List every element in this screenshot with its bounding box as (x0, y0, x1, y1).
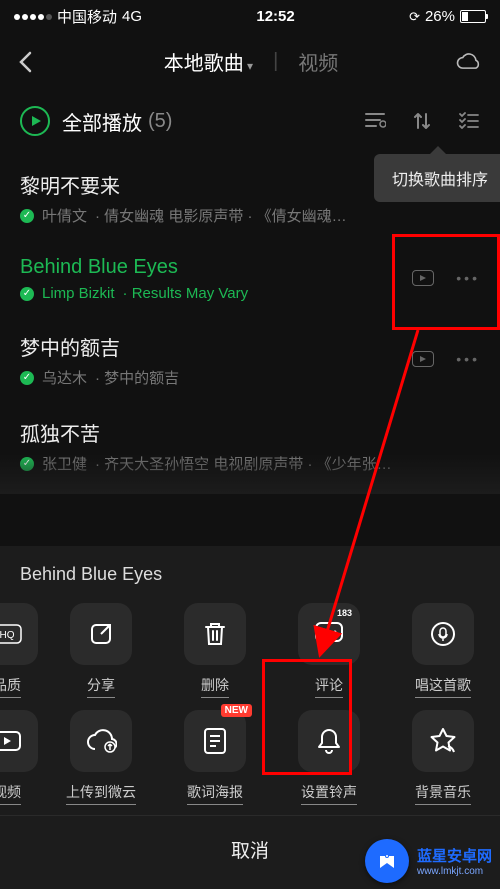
sheet-label: 背景音乐 (415, 782, 471, 805)
sheet-sing[interactable]: 唱这首歌 (393, 603, 493, 698)
downloaded-icon: ✓ (20, 209, 34, 223)
mv-icon[interactable] (412, 270, 434, 286)
trash-icon (184, 603, 246, 665)
song-row[interactable]: Behind Blue Eyes ✓ Limp Bizkit · Results M… (20, 240, 480, 316)
sheet-upload-cloud[interactable]: 上传到微云 (51, 710, 151, 805)
carrier: 中国移动 (57, 6, 117, 27)
battery-icon (460, 10, 486, 23)
downloaded-icon: ✓ (20, 371, 34, 385)
song-title: Behind Blue Eyes (20, 256, 480, 279)
sheet-title: Behind Blue Eyes (0, 564, 500, 603)
sheet-label: 视频 (0, 782, 21, 805)
watermark-title: 蓝星安卓网 (417, 845, 492, 866)
song-list: 黎明不要来 ✓叶倩文· 倩女幽魂 电影原声带 · 《倩女幽魂… ••• Behi… (0, 154, 500, 488)
sheet-label: 分享 (87, 675, 115, 698)
tab-video[interactable]: 视频 (298, 47, 338, 76)
sheet-row-2: 视频 上传到微云 NEW 歌词海报 设置铃声 背景音乐 (0, 710, 500, 805)
song-meta: · 倩女幽魂 电影原声带 · 《倩女幽魂… (95, 205, 347, 226)
play-all-count: (5) (148, 110, 172, 133)
song-meta: · 梦中的额吉 (95, 367, 179, 388)
poster-icon: NEW (184, 710, 246, 772)
header: 本地歌曲 | 视频 (0, 33, 500, 90)
share-icon (70, 603, 132, 665)
signal-icon (14, 14, 52, 20)
battery-percent: 26% (425, 8, 455, 25)
sheet-quality[interactable]: HQ 品质 (0, 603, 37, 698)
network: 4G (122, 8, 142, 25)
song-artist: Limp Bizkit (42, 285, 115, 302)
cloud-upload-icon (70, 710, 132, 772)
song-row[interactable]: 梦中的额吉 ✓ 乌达木 · 梦中的额吉 ••• (20, 316, 480, 402)
hq-icon: HQ (0, 603, 38, 665)
cloud-button[interactable] (454, 52, 482, 72)
sheet-label: 唱这首歌 (415, 675, 471, 698)
sheet-lyrics-poster[interactable]: NEW 歌词海报 (165, 710, 265, 805)
rotation-lock-icon: ⟳ (409, 9, 420, 25)
tab-local-songs[interactable]: 本地歌曲 (164, 47, 253, 76)
back-button[interactable] (18, 51, 48, 73)
sheet-share[interactable]: 分享 (51, 603, 151, 698)
sheet-scrim (0, 454, 500, 494)
clock: 12:52 (256, 8, 294, 25)
play-all-row[interactable]: 全部播放 (5) (0, 90, 500, 154)
status-right: ⟳ 26% (409, 8, 486, 25)
sheet-set-ringtone[interactable]: 设置铃声 (279, 710, 379, 805)
star-icon (412, 710, 474, 772)
tab-divider: | (273, 50, 278, 73)
play-all-label: 全部播放 (62, 107, 142, 136)
sheet-row-1: HQ 品质 分享 删除 183 评论 唱这首歌 (0, 603, 500, 698)
bell-icon (298, 710, 360, 772)
song-title: 孤独不苦 (20, 418, 480, 447)
sort-tooltip: 切换歌曲排序 (374, 154, 500, 202)
multiselect-icon[interactable] (458, 111, 480, 131)
mv-icon[interactable] (412, 351, 434, 367)
song-title: 梦中的额吉 (20, 332, 480, 361)
sort-icon[interactable] (412, 111, 432, 131)
sheet-delete[interactable]: 删除 (165, 603, 265, 698)
sheet-label: 品质 (0, 675, 21, 698)
song-artist: 乌达木 (42, 367, 87, 388)
watermark-url: www.lmkjt.com (417, 866, 492, 877)
video-icon (0, 710, 38, 772)
svg-text:HQ: HQ (0, 630, 15, 641)
status-bar: 中国移动 4G 12:52 ⟳ 26% (0, 0, 500, 33)
sheet-label: 评论 (315, 675, 343, 698)
play-all-icon (20, 106, 50, 136)
status-left: 中国移动 4G (14, 6, 142, 27)
song-more-icon[interactable]: ••• (456, 270, 480, 286)
new-badge: NEW (221, 704, 252, 717)
microphone-icon (412, 603, 474, 665)
filter-icon[interactable] (364, 111, 386, 131)
sheet-label: 上传到微云 (66, 782, 136, 805)
watermark-icon (365, 839, 409, 883)
sheet-comment[interactable]: 183 评论 (279, 603, 379, 698)
sheet-label: 歌词海报 (187, 782, 243, 805)
comment-icon: 183 (298, 603, 360, 665)
song-artist: 叶倩文 (42, 205, 87, 226)
action-sheet: Behind Blue Eyes HQ 品质 分享 删除 183 评论 唱这首歌… (0, 546, 500, 889)
sheet-label: 设置铃声 (301, 782, 357, 805)
watermark: 蓝星安卓网 www.lmkjt.com (365, 839, 492, 883)
sheet-video[interactable]: 视频 (0, 710, 37, 805)
downloaded-icon: ✓ (20, 287, 34, 301)
sheet-bgm[interactable]: 背景音乐 (393, 710, 493, 805)
comment-count: 183 (333, 607, 356, 619)
song-more-icon[interactable]: ••• (456, 351, 480, 367)
song-meta: · Results May Vary (123, 285, 249, 302)
sheet-label: 删除 (201, 675, 229, 698)
